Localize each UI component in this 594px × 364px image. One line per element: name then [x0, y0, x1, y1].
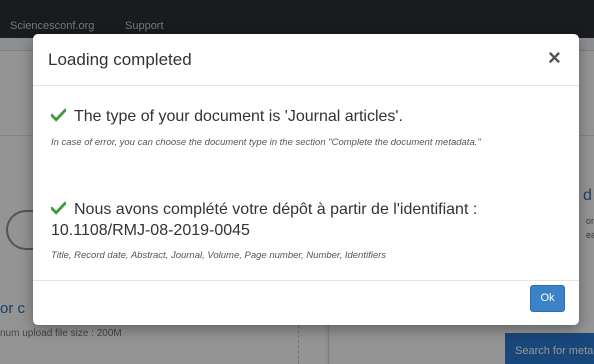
loading-completed-dialog: Loading completed × The type of your doc… — [33, 34, 579, 325]
dialog-footer-divider — [33, 280, 579, 281]
identifier-message: Nous avons complété votre dépôt à partir… — [51, 201, 478, 239]
check-icon — [51, 108, 66, 122]
document-type-note: In case of error, you can choose the doc… — [51, 137, 481, 148]
close-icon[interactable]: × — [548, 45, 561, 71]
document-type-message: The type of your document is 'Journal ar… — [74, 108, 403, 125]
completed-fields-list: Title, Record date, Abstract, Journal, V… — [51, 250, 387, 261]
document-type-message-line: The type of your document is 'Journal ar… — [51, 106, 541, 127]
ok-button[interactable]: Ok — [530, 285, 565, 312]
document-type-section: The type of your document is 'Journal ar… — [51, 106, 541, 153]
identifier-section: Nous avons complété votre dépôt à partir… — [51, 199, 551, 266]
dialog-header: Loading completed × — [33, 34, 579, 86]
identifier-message-line: Nous avons complété votre dépôt à partir… — [51, 199, 551, 241]
dialog-title: Loading completed — [48, 50, 192, 69]
check-icon — [51, 201, 66, 215]
